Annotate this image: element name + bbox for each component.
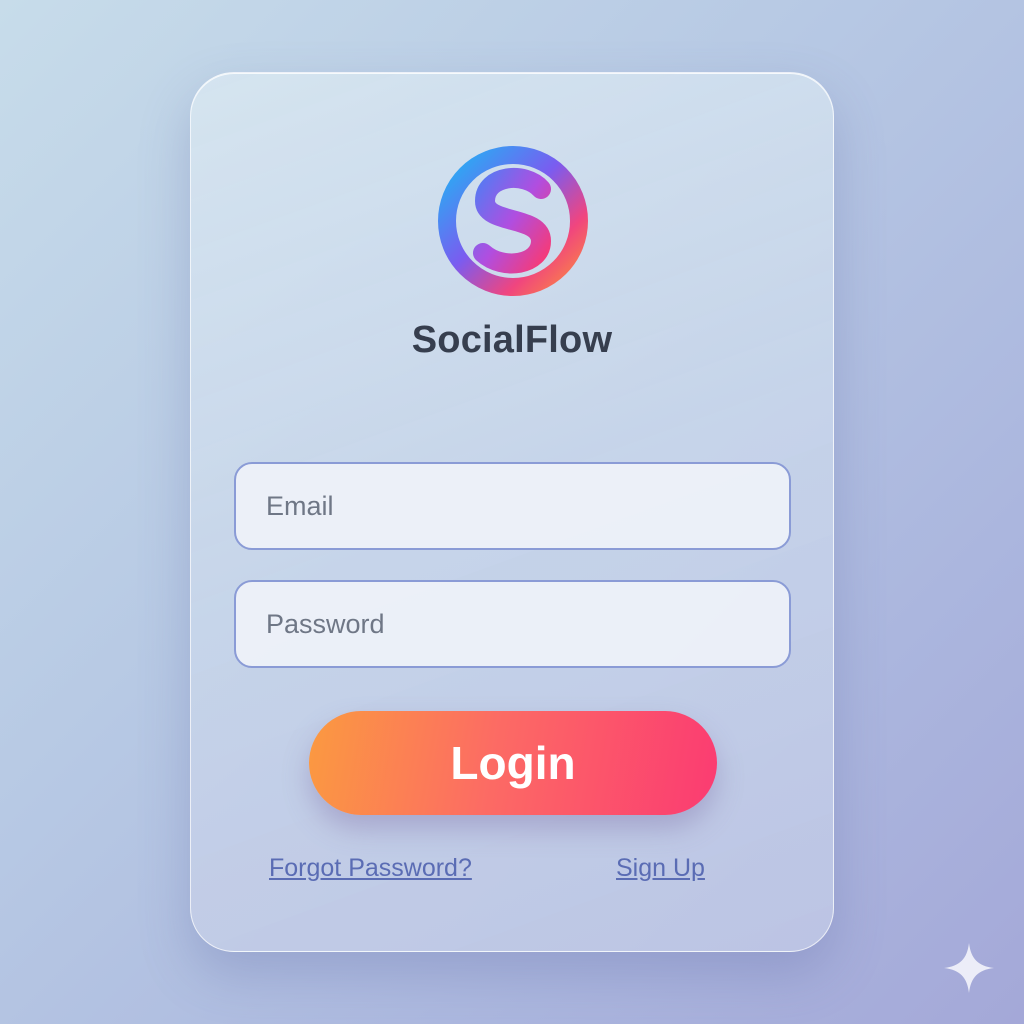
password-field[interactable] bbox=[234, 580, 791, 668]
email-input[interactable] bbox=[266, 490, 789, 522]
login-card: SocialFlow Login Forgot Password? Sign U… bbox=[190, 72, 834, 952]
app-title: SocialFlow bbox=[411, 319, 613, 361]
email-field[interactable] bbox=[234, 462, 791, 550]
sign-up-link[interactable]: Sign Up bbox=[616, 854, 705, 883]
forgot-password-link[interactable]: Forgot Password? bbox=[269, 854, 472, 883]
login-button[interactable]: Login bbox=[309, 711, 717, 815]
sparkle-icon bbox=[942, 941, 996, 995]
password-input[interactable] bbox=[266, 608, 789, 640]
socialflow-logo-icon bbox=[437, 145, 589, 297]
